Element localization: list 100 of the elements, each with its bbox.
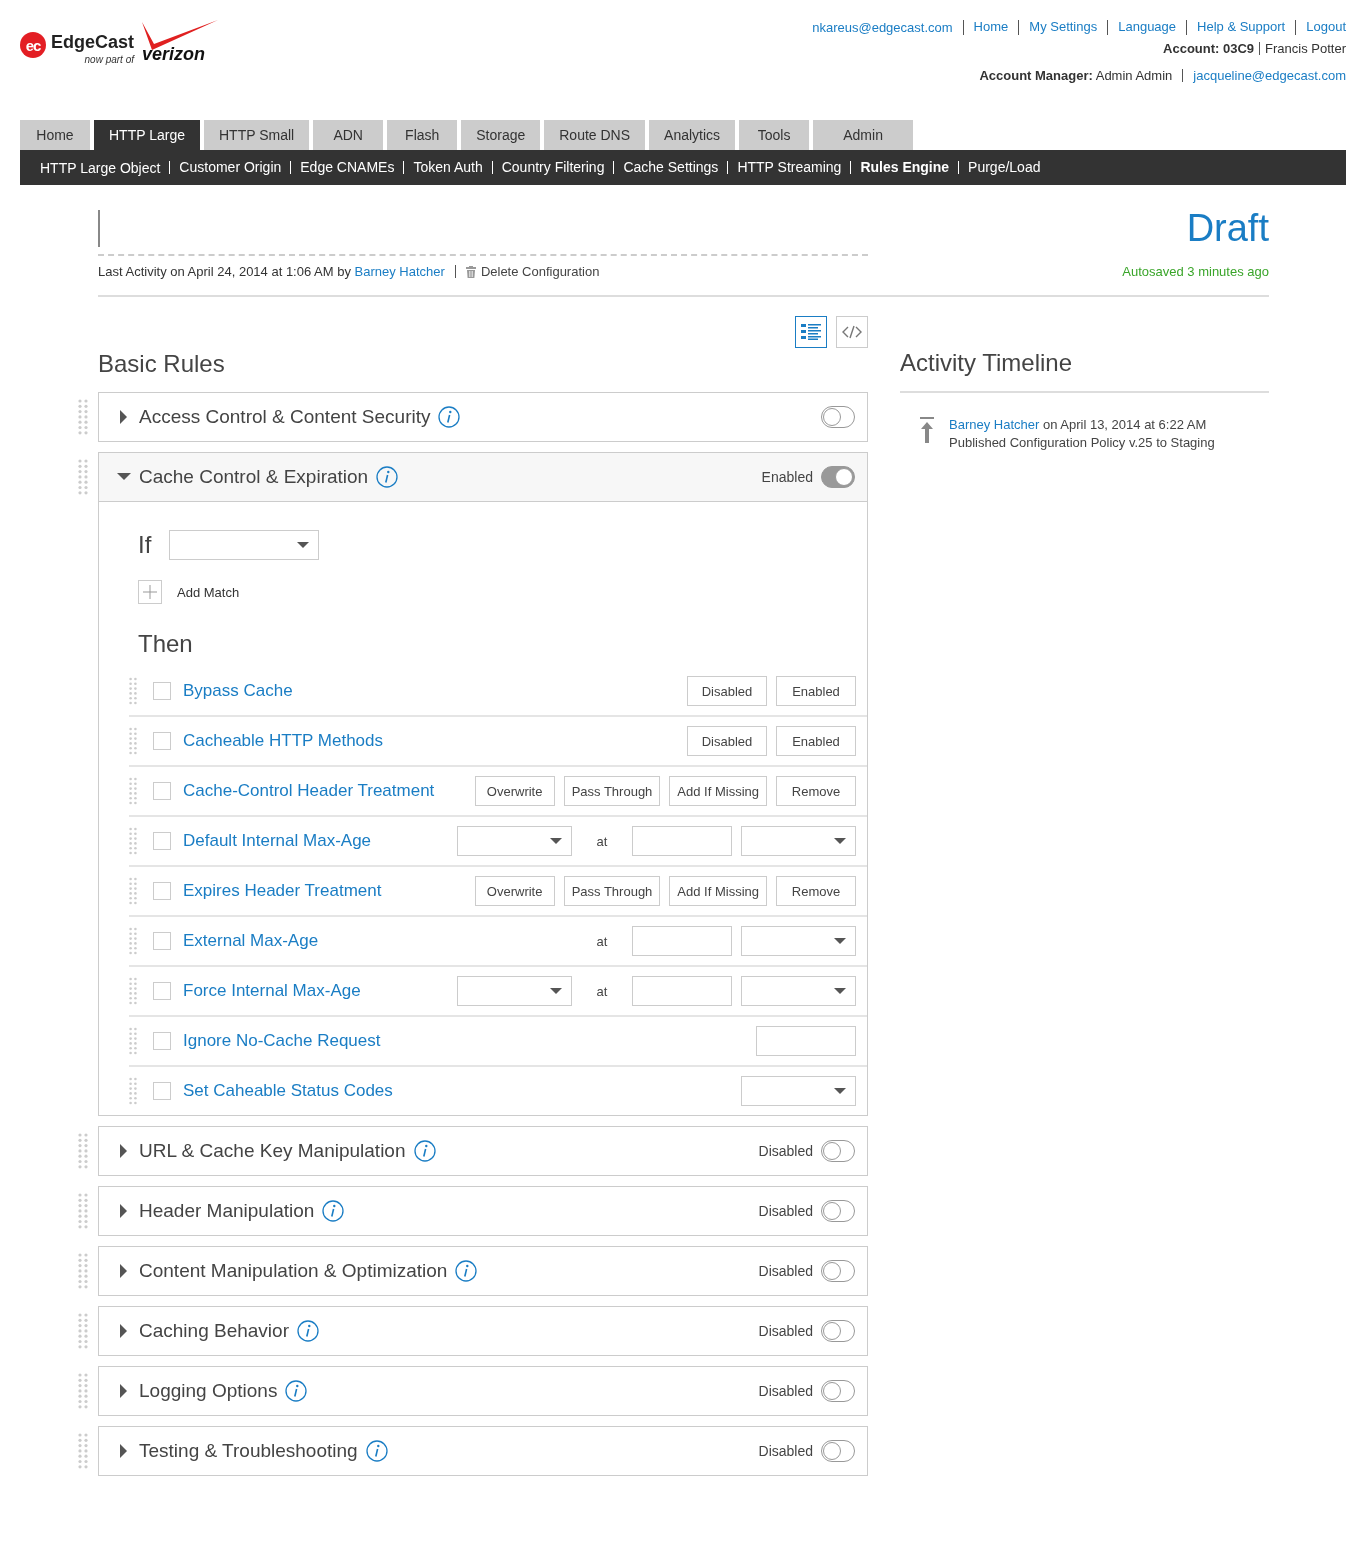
section-header[interactable]: Cache Control & Expiration Enabled	[99, 453, 867, 502]
rule-checkbox[interactable]	[153, 1082, 171, 1100]
user-link[interactable]: Barney Hatcher	[354, 264, 445, 279]
subnav-link[interactable]: HTTP Streaming	[727, 161, 842, 174]
info-icon[interactable]	[413, 1140, 436, 1162]
section-header[interactable]: Logging Options Disabled	[99, 1367, 867, 1415]
rule-link[interactable]: Set Caheable Status Codes	[183, 1081, 393, 1101]
drag-handle-icon[interactable]	[78, 1192, 88, 1230]
nav-tab[interactable]: HTTP Large	[94, 120, 200, 150]
section-header[interactable]: Access Control & Content Security	[99, 393, 867, 441]
subnav-link[interactable]: Customer Origin	[169, 161, 282, 174]
toggle-switch[interactable]	[821, 1260, 855, 1282]
header-link[interactable]: Logout	[1295, 20, 1346, 35]
toggle-switch[interactable]	[821, 1380, 855, 1402]
rule-checkbox[interactable]	[153, 1032, 171, 1050]
subnav-link[interactable]: Rules Engine	[850, 161, 950, 174]
rule-checkbox[interactable]	[153, 782, 171, 800]
info-icon[interactable]	[365, 1440, 388, 1462]
section-header[interactable]: Header Manipulation Disabled	[99, 1187, 867, 1235]
rule-link[interactable]: Default Internal Max-Age	[183, 831, 372, 851]
caret-icon[interactable]	[834, 938, 846, 944]
user-link[interactable]: Barney Hatcher	[949, 417, 1040, 432]
add-match-button[interactable]	[138, 580, 162, 604]
drag-handle-icon[interactable]	[129, 827, 137, 855]
drag-handle-icon[interactable]	[78, 1132, 88, 1170]
nav-tab[interactable]: Route DNS	[544, 120, 646, 150]
header-link[interactable]: nkareus@edgecast.com	[812, 20, 953, 35]
info-icon[interactable]	[285, 1380, 308, 1402]
toggle-switch[interactable]	[821, 1200, 855, 1222]
drag-handle-icon[interactable]	[78, 1372, 88, 1410]
option-button[interactable]: Add If Missing	[669, 876, 767, 906]
option-button[interactable]: Add If Missing	[669, 776, 767, 806]
toggle-switch[interactable]	[821, 1140, 855, 1162]
subnav-link[interactable]: Token Auth	[403, 161, 483, 174]
toggle-switch[interactable]	[821, 466, 855, 488]
caret-icon[interactable]	[834, 988, 846, 994]
rule-link[interactable]: Cacheable HTTP Methods	[183, 731, 383, 751]
drag-handle-icon[interactable]	[129, 877, 137, 905]
drag-handle-icon[interactable]	[129, 977, 137, 1005]
option-button[interactable]: Remove	[776, 776, 856, 806]
rule-link[interactable]: External Max-Age	[183, 931, 319, 951]
rule-link[interactable]: Force Internal Max-Age	[183, 981, 361, 1001]
option-button[interactable]: Pass Through	[563, 876, 661, 906]
nav-tab[interactable]: Tools	[739, 120, 810, 150]
rule-link[interactable]: Cache-Control Header Treatment	[183, 781, 435, 801]
header-link[interactable]: My Settings	[1018, 20, 1098, 35]
caret-icon[interactable]	[834, 838, 846, 844]
input-field[interactable]	[632, 976, 732, 1006]
drag-handle-icon[interactable]	[129, 677, 137, 705]
subnav-link[interactable]: Edge CNAMEs	[290, 161, 395, 174]
title-field[interactable]	[98, 210, 868, 256]
rule-checkbox[interactable]	[153, 982, 171, 1000]
info-icon[interactable]	[376, 466, 399, 488]
drag-handle-icon[interactable]	[78, 1312, 88, 1350]
nav-tab[interactable]: Analytics	[649, 120, 736, 150]
drag-handle-icon[interactable]	[78, 398, 88, 436]
drag-handle-icon[interactable]	[78, 458, 88, 496]
input-field[interactable]	[632, 926, 732, 956]
section-header[interactable]: URL & Cache Key Manipulation Disabled	[99, 1127, 867, 1175]
section-header[interactable]: Testing & Troubleshooting Disabled	[99, 1427, 867, 1475]
section-header[interactable]: Content Manipulation & Optimization Disabled	[99, 1247, 867, 1295]
rule-link[interactable]: Bypass Cache	[183, 681, 293, 701]
toggle-switch[interactable]	[821, 1440, 855, 1462]
subnav-link[interactable]: HTTP Large Object	[40, 159, 161, 176]
option-button[interactable]: Enabled	[776, 726, 856, 756]
code-view-button[interactable]	[836, 316, 868, 348]
input-field[interactable]	[756, 1026, 856, 1056]
option-button[interactable]: Overwrite	[474, 876, 555, 906]
subnav-link[interactable]: Country Filtering	[491, 161, 605, 174]
nav-tab[interactable]: Home	[20, 120, 90, 150]
nav-tab[interactable]: Admin	[813, 120, 914, 150]
subnav-link[interactable]: Cache Settings	[613, 161, 719, 174]
caret-icon[interactable]	[550, 838, 562, 844]
drag-handle-icon[interactable]	[129, 927, 137, 955]
header-link[interactable]: Language	[1107, 20, 1177, 35]
info-icon[interactable]	[455, 1260, 478, 1282]
header-link[interactable]: Home	[962, 20, 1009, 35]
code-icon[interactable]	[842, 325, 862, 339]
header-link[interactable]: Help & Support	[1186, 20, 1286, 35]
rule-checkbox[interactable]	[153, 932, 171, 950]
option-button[interactable]: Disabled	[687, 676, 767, 706]
toggle-switch[interactable]	[821, 406, 855, 428]
nav-tab[interactable]: Flash	[387, 120, 458, 150]
drag-handle-icon[interactable]	[129, 1027, 137, 1055]
nav-tab[interactable]: Storage	[461, 120, 541, 150]
rule-link[interactable]: Ignore No-Cache Request	[183, 1031, 381, 1051]
list-icon[interactable]	[801, 324, 821, 340]
info-icon[interactable]	[297, 1320, 319, 1342]
option-button[interactable]: Overwrite	[474, 776, 555, 806]
drag-handle-icon[interactable]	[78, 1432, 88, 1470]
rule-checkbox[interactable]	[153, 732, 171, 750]
rule-checkbox[interactable]	[153, 682, 171, 700]
delete-configuration-link[interactable]: Delete Configuration	[480, 264, 600, 279]
rule-checkbox[interactable]	[153, 882, 171, 900]
option-button[interactable]: Pass Through	[563, 776, 661, 806]
plus-icon[interactable]	[143, 585, 157, 599]
info-icon[interactable]	[438, 406, 461, 428]
option-button[interactable]: Enabled	[776, 676, 856, 706]
caret-icon[interactable]	[834, 1088, 846, 1094]
toggle-switch[interactable]	[821, 1320, 855, 1342]
